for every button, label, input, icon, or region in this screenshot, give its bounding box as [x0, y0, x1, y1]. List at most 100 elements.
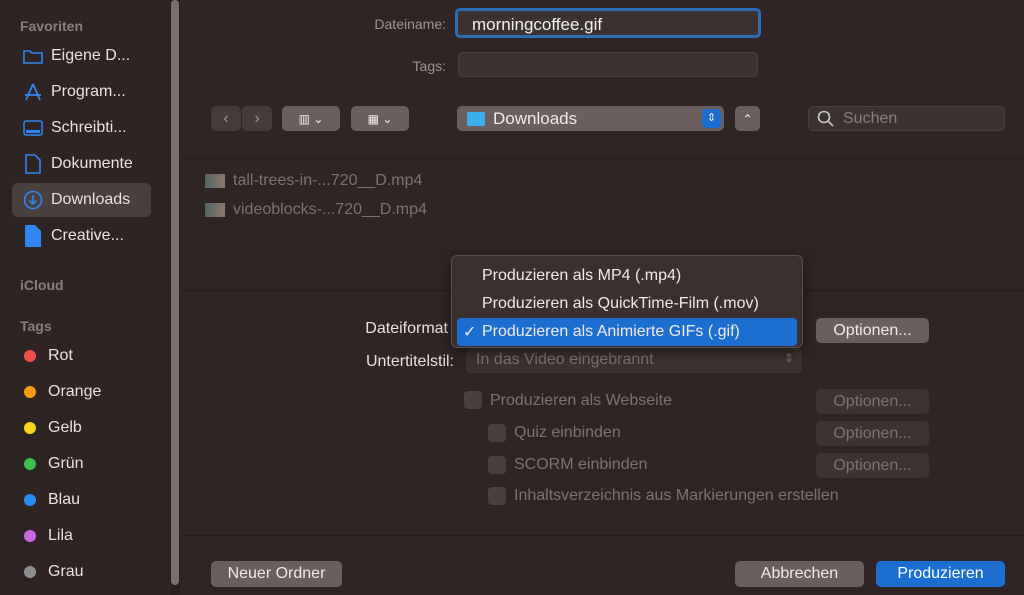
subtitle-value: In das Video eingebrannt [476, 351, 654, 368]
stepper-icon: ⇕ [702, 109, 721, 128]
file-name: videoblocks-...720__D.mp4 [233, 201, 427, 218]
tag-label: Lila [48, 527, 73, 544]
menu-item-label: Produzieren als Animierte GIFs (.gif) [482, 323, 740, 340]
tag-color-dot-icon [24, 350, 36, 362]
chevron-down-icon: ⌄ [382, 111, 393, 126]
produce-button[interactable]: Produzieren [876, 561, 1005, 587]
menu-item-label: Produzieren als MP4 (.mp4) [482, 267, 682, 284]
sidebar-item-desktop[interactable]: Schreibti... [12, 111, 151, 145]
tag-label: Orange [48, 383, 102, 400]
back-button[interactable]: ‹ [211, 106, 241, 131]
stepper-icon: ⇕ [783, 351, 794, 365]
sidebar-item-creative[interactable]: Creative... [12, 219, 151, 253]
sidebar-tag-6[interactable]: Grau [12, 555, 151, 589]
tag-color-dot-icon [24, 530, 36, 542]
format-options-button[interactable]: Optionen... [816, 318, 929, 343]
applications-icon [22, 81, 44, 103]
tag-label: Grün [48, 455, 84, 472]
location-popup[interactable]: Downloads ⇕ [457, 106, 724, 131]
cancel-button[interactable]: Abbrechen [735, 561, 864, 587]
menu-item-label: Produzieren als QuickTime-Film (.mov) [482, 295, 759, 312]
icloud-header: iCloud [20, 277, 64, 293]
tag-label: Gelb [48, 419, 82, 436]
chevron-up-icon: ⌃ [742, 111, 753, 126]
tags-input[interactable] [458, 52, 758, 77]
sidebar-item-applications[interactable]: Program... [12, 75, 151, 109]
menu-item-mov[interactable]: Produzieren als QuickTime-Film (.mov) [457, 290, 797, 318]
tag-color-dot-icon [24, 494, 36, 506]
tags-header: Tags [20, 318, 52, 334]
sidebar-item-label: Creative... [51, 227, 124, 244]
scorm-options-button[interactable]: Optionen... [816, 453, 929, 478]
filename-input[interactable]: morningcoffee.gif [455, 8, 761, 38]
scorm-checkbox[interactable] [488, 456, 506, 474]
quiz-label: Quiz einbinden [514, 424, 621, 441]
sidebar-tag-0[interactable]: Rot [12, 339, 151, 373]
format-label: Dateiformat [365, 320, 448, 337]
tag-color-dot-icon [24, 386, 36, 398]
webpage-options-button[interactable]: Optionen... [816, 389, 929, 414]
group-button[interactable]: ▦ ⌄ [351, 106, 409, 131]
checkmark-icon: ✓ [463, 324, 477, 341]
video-thumbnail-icon [205, 203, 225, 217]
sidebar: Favoriten Eigene D... Program... Schreib… [0, 0, 170, 595]
menu-item-mp4[interactable]: Produzieren als MP4 (.mp4) [457, 262, 797, 290]
location-label: Downloads [493, 108, 578, 128]
sidebar-item-label: Eigene D... [51, 47, 131, 64]
sidebar-item-label: Schreibti... [51, 119, 127, 136]
tag-color-dot-icon [24, 458, 36, 470]
chevron-left-icon: ‹ [223, 109, 229, 127]
webpage-checkbox[interactable] [464, 391, 482, 409]
chevron-down-icon: ⌄ [313, 111, 324, 126]
sidebar-item-downloads[interactable]: Downloads [12, 183, 151, 217]
sidebar-item-home[interactable]: Eigene D... [12, 39, 151, 73]
subtitle-label: Untertitelstil: [365, 353, 454, 370]
tags-label: Tags: [412, 58, 446, 74]
forward-button[interactable]: › [242, 106, 272, 131]
sidebar-item-label: Program... [51, 83, 126, 100]
menu-item-gif[interactable]: ✓ Produzieren als Animierte GIFs (.gif) [457, 318, 797, 346]
video-thumbnail-icon [205, 174, 225, 188]
search-field[interactable]: Suchen [808, 106, 1005, 131]
sidebar-tag-1[interactable]: Orange [12, 375, 151, 409]
download-icon [22, 189, 44, 211]
quiz-checkbox[interactable] [488, 424, 506, 442]
sidebar-item-label: Downloads [51, 191, 131, 208]
tag-label: Rot [48, 347, 73, 364]
quiz-options-button[interactable]: Optionen... [816, 421, 929, 446]
tag-color-dot-icon [24, 422, 36, 434]
document-icon [22, 153, 44, 175]
file-item[interactable]: tall-trees-in-...720__D.mp4 [205, 172, 422, 190]
chevron-right-icon: › [254, 109, 260, 127]
sidebar-item-documents[interactable]: Dokumente [12, 147, 151, 181]
new-folder-button[interactable]: Neuer Ordner [211, 561, 342, 587]
view-mode-button[interactable]: ▥ ⌄ [282, 106, 340, 131]
grid-icon: ▦ [367, 111, 379, 126]
search-icon [817, 110, 834, 127]
sidebar-tag-3[interactable]: Grün [12, 447, 151, 481]
webpage-label: Produzieren als Webseite [490, 392, 673, 409]
sidebar-tag-4[interactable]: Blau [12, 483, 151, 517]
folder-icon [467, 111, 485, 126]
columns-icon: ▥ [298, 111, 310, 126]
folder-icon [22, 45, 44, 67]
search-placeholder: Suchen [843, 109, 898, 127]
sidebar-scrollbar[interactable] [170, 0, 180, 595]
sidebar-tag-5[interactable]: Lila [12, 519, 151, 553]
toc-label: Inhaltsverzeichnis aus Markierungen erst… [514, 487, 839, 504]
expand-collapse-button[interactable]: ⌃ [735, 106, 760, 131]
file-item[interactable]: videoblocks-...720__D.mp4 [205, 201, 427, 219]
tag-color-dot-icon [24, 566, 36, 578]
subtitle-style-select[interactable]: In das Video eingebrannt ⇕ [466, 348, 802, 373]
favorites-header: Favoriten [20, 18, 84, 34]
file-name: tall-trees-in-...720__D.mp4 [233, 172, 423, 189]
desktop-icon [22, 117, 44, 139]
sidebar-tag-2[interactable]: Gelb [12, 411, 151, 445]
toc-checkbox[interactable] [488, 487, 506, 505]
tag-label: Grau [48, 563, 84, 580]
sidebar-item-label: Dokumente [51, 155, 133, 172]
format-dropdown-menu: Produzieren als MP4 (.mp4) Produzieren a… [451, 255, 803, 348]
tag-label: Blau [48, 491, 81, 508]
filename-label: Dateiname: [374, 16, 446, 32]
file-icon [22, 225, 44, 247]
